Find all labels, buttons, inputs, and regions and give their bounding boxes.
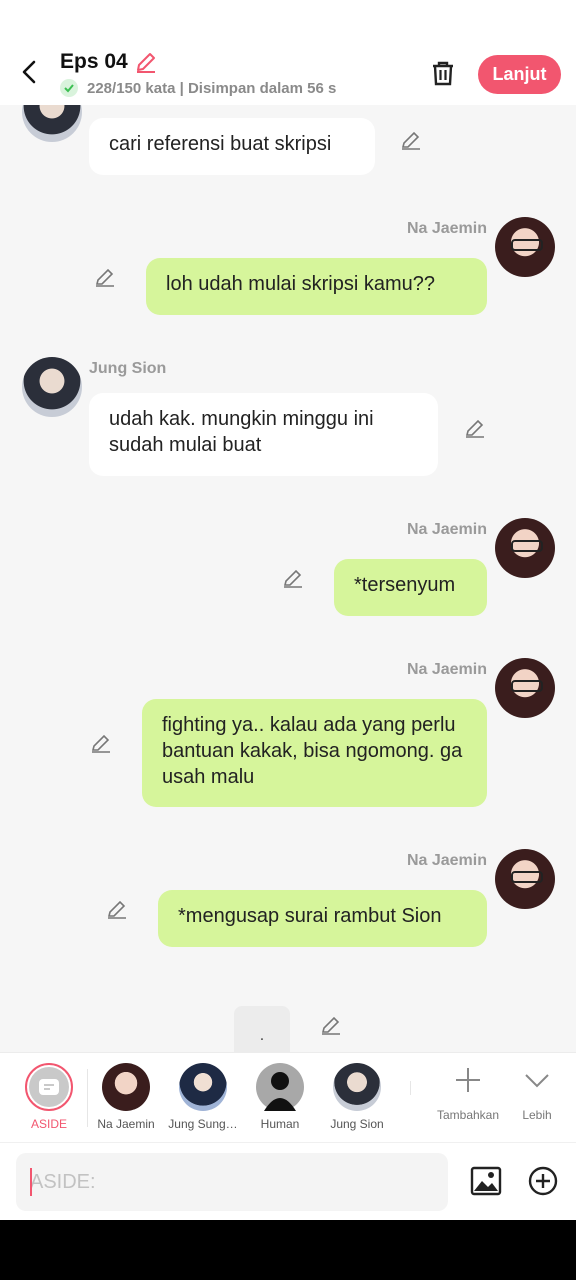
chevron-down-icon	[525, 1074, 549, 1088]
trash-icon[interactable]	[428, 58, 458, 88]
word-count-status: 228/150 kata | Disimpan dalam 56 s	[87, 79, 337, 97]
check-icon	[60, 79, 78, 97]
add-character-button[interactable]: Tambahkan	[433, 1065, 503, 1122]
edit-title-icon[interactable]	[134, 50, 158, 74]
next-button[interactable]: Lanjut	[478, 55, 561, 94]
character-jung-sung[interactable]: Jung Sung…	[164, 1063, 242, 1131]
back-arrow-icon[interactable]	[14, 56, 46, 88]
avatar[interactable]	[22, 357, 82, 417]
message-bubble[interactable]: *mengusap surai rambut Sion	[158, 890, 487, 947]
edit-message-icon[interactable]	[400, 129, 422, 151]
plus-icon	[456, 1068, 480, 1092]
edit-message-icon[interactable]	[282, 567, 304, 589]
avatar[interactable]	[495, 849, 555, 909]
tray-divider	[410, 1081, 411, 1095]
character-human[interactable]: Human	[241, 1063, 319, 1131]
character-label: ASIDE	[30, 1117, 67, 1131]
image-icon[interactable]	[470, 1165, 502, 1197]
message-bubble[interactable]: udah kak. mungkin minggu ini sudah mulai…	[89, 393, 438, 476]
episode-title[interactable]: Eps 04	[60, 50, 128, 74]
edit-message-icon[interactable]	[464, 417, 486, 439]
avatar	[179, 1063, 227, 1111]
save-status: 228/150 kata | Disimpan dalam 56 s	[60, 79, 336, 97]
message-bubble[interactable]: *tersenyum	[334, 559, 487, 616]
character-label: Jung Sung…	[168, 1117, 238, 1131]
speaker-name: Na Jaemin	[406, 220, 487, 237]
edit-message-icon[interactable]	[90, 732, 112, 754]
chat-screen: Eps 04 228/150 kata | Disimpan dalam 56 …	[0, 0, 576, 1220]
character-label: Jung Sion	[330, 1117, 384, 1131]
message-bubble[interactable]: loh udah mulai skripsi kamu??	[146, 258, 487, 315]
character-jung-sion[interactable]: Jung Sion	[318, 1063, 396, 1131]
avatar	[333, 1063, 381, 1111]
avatar[interactable]	[495, 217, 555, 277]
message-input[interactable]	[16, 1153, 448, 1211]
add-circle-icon[interactable]	[527, 1165, 559, 1197]
avatar	[102, 1063, 150, 1111]
avatar[interactable]	[495, 658, 555, 718]
composer	[0, 1142, 576, 1220]
character-na-jaemin[interactable]: Na Jaemin	[87, 1063, 165, 1131]
edit-message-icon[interactable]	[320, 1014, 342, 1036]
edit-message-icon[interactable]	[94, 266, 116, 288]
more-button[interactable]: Lebih	[502, 1065, 572, 1122]
speaker-name: Na Jaemin	[406, 852, 487, 869]
character-label: Na Jaemin	[97, 1117, 155, 1131]
add-label: Tambahkan	[436, 1108, 500, 1122]
human-silhouette-icon	[256, 1063, 304, 1111]
aside-selected-ring	[25, 1063, 73, 1111]
character-aside[interactable]: ASIDE	[10, 1063, 88, 1131]
edit-message-icon[interactable]	[106, 898, 128, 920]
more-label: Lebih	[522, 1108, 552, 1122]
message-bubble[interactable]: cari referensi buat skripsi	[89, 118, 375, 175]
speaker-name: Na Jaemin	[406, 521, 487, 538]
aside-bubble[interactable]: .	[234, 1006, 290, 1052]
speaker-name: Jung Sion	[89, 360, 167, 377]
character-label: Human	[260, 1117, 300, 1131]
aside-icon	[29, 1067, 69, 1107]
title-row: Eps 04	[60, 50, 158, 74]
top-bar: Eps 04 228/150 kata | Disimpan dalam 56 …	[0, 0, 576, 105]
character-tray: ASIDE Na Jaemin Jung Sung… Human Jung Si…	[0, 1052, 576, 1142]
text-caret	[30, 1168, 32, 1196]
speaker-name: Na Jaemin	[406, 661, 487, 678]
avatar[interactable]	[495, 518, 555, 578]
message-bubble[interactable]: fighting ya.. kalau ada yang perlu bantu…	[142, 699, 487, 807]
